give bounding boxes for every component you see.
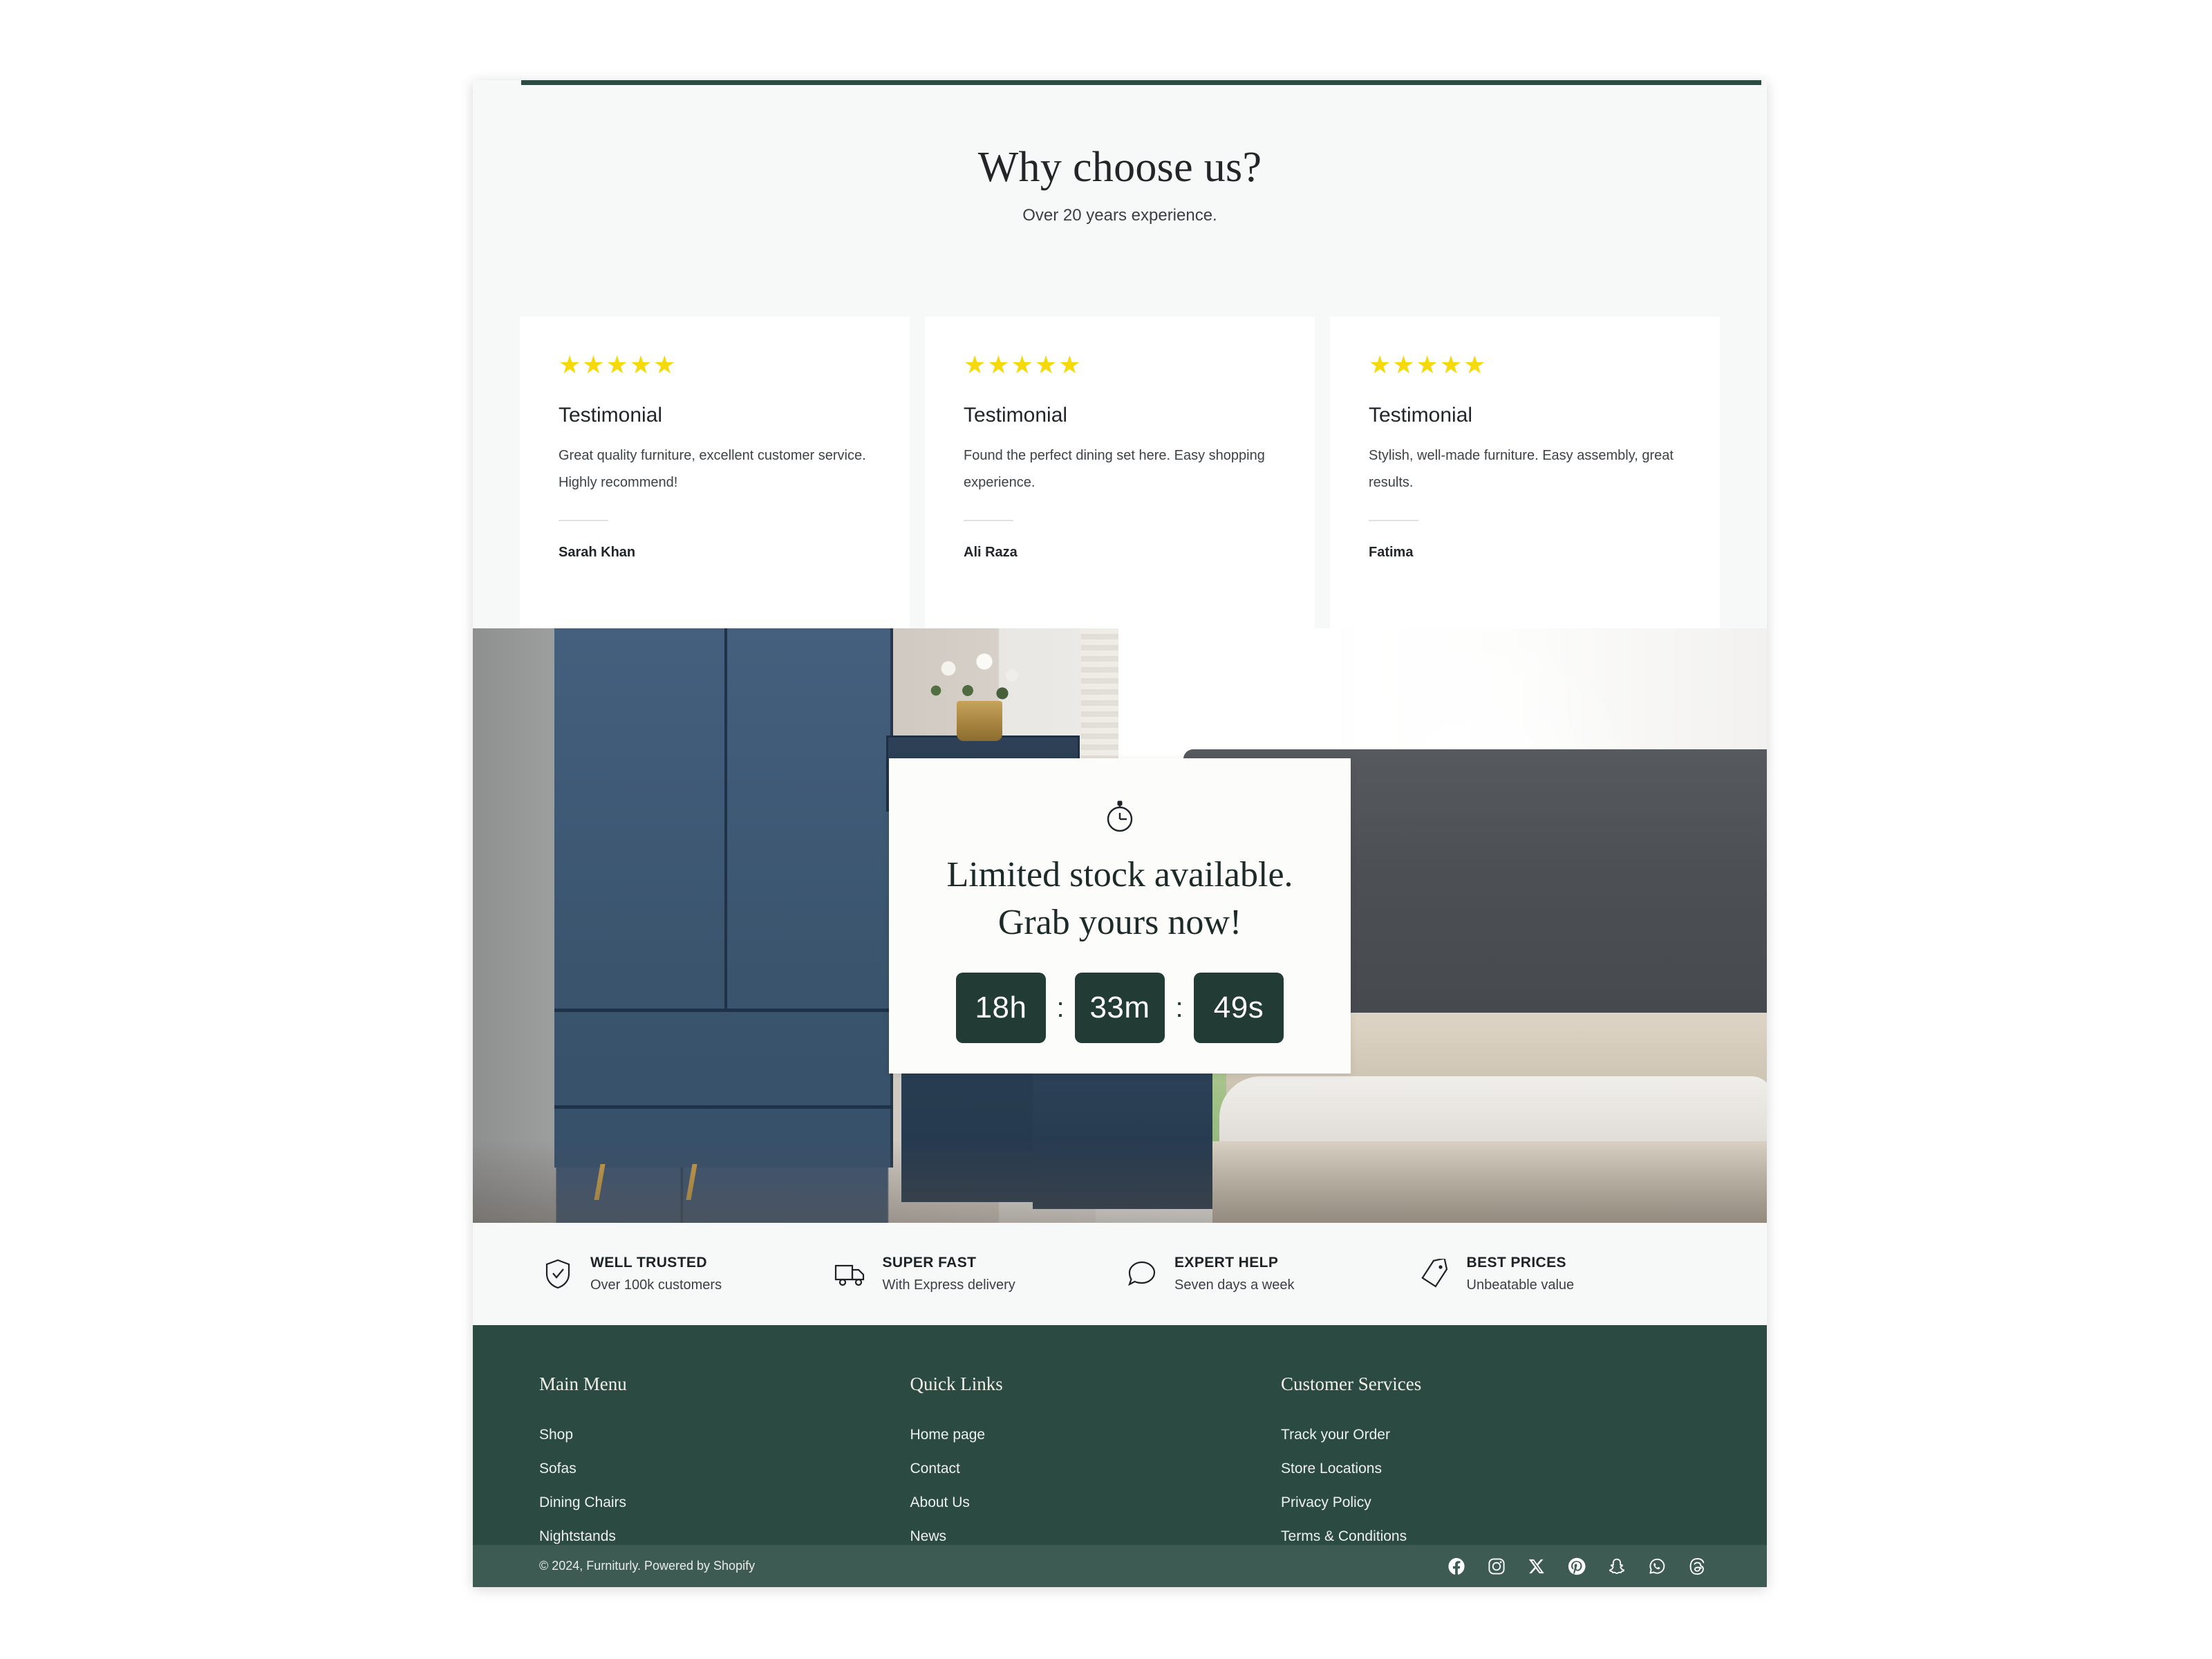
footer-column-title: Quick Links bbox=[910, 1374, 1003, 1394]
divider bbox=[559, 520, 608, 521]
countdown-headline-line1: Limited stock available. bbox=[946, 855, 1293, 894]
site-footer: Main Menu Shop Sofas Dining Chairs Night… bbox=[473, 1325, 1767, 1545]
footer-link-home-page[interactable]: Home page bbox=[910, 1427, 1282, 1443]
testimonial-body: Stylish, well-made furniture. Easy assem… bbox=[1369, 448, 1674, 490]
footer-column-customer-services: Customer Services Track your Order Store… bbox=[1281, 1374, 1707, 1545]
stopwatch-icon bbox=[889, 796, 1351, 836]
social-links bbox=[1446, 1556, 1707, 1577]
testimonial-heading: Testimonial bbox=[559, 404, 663, 427]
why-choose-us-section: Why choose us? Over 20 years experience. bbox=[473, 85, 1767, 317]
footer-bottom-bar: © 2024, Furniturly. Powered by Shopify bbox=[473, 1545, 1767, 1587]
trust-badges-row: WELL TRUSTED Over 100k customers SUPER F… bbox=[473, 1223, 1767, 1325]
whatsapp-icon[interactable] bbox=[1647, 1556, 1667, 1577]
badge-title: SUPER FAST bbox=[882, 1255, 977, 1271]
copyright-text: © 2024, Furniturly. Powered by Shopify bbox=[539, 1559, 756, 1573]
badge-title: WELL TRUSTED bbox=[590, 1255, 707, 1271]
facebook-icon[interactable] bbox=[1446, 1556, 1467, 1577]
testimonial-card: ★★★★★ Testimonial Stylish, well-made fur… bbox=[1330, 317, 1720, 629]
page-subtitle: Over 20 years experience. bbox=[1022, 206, 1217, 225]
shield-check-icon bbox=[539, 1255, 577, 1293]
countdown-separator: : bbox=[1056, 992, 1065, 1023]
instagram-icon[interactable] bbox=[1486, 1556, 1507, 1577]
flowers-graphic bbox=[921, 648, 1045, 707]
chat-bubble-icon bbox=[1123, 1255, 1161, 1293]
wardrobe-graphic bbox=[554, 628, 893, 1168]
testimonials-row: ★★★★★ Testimonial Great quality furnitur… bbox=[473, 317, 1767, 629]
badge-expert-help: EXPERT HELP Seven days a week bbox=[1123, 1255, 1416, 1293]
testimonial-heading: Testimonial bbox=[1369, 404, 1473, 427]
footer-column-quick-links: Quick Links Home page Contact About Us N… bbox=[910, 1374, 1282, 1545]
testimonial-author: Fatima bbox=[1369, 545, 1414, 560]
footer-column-title: Main Menu bbox=[539, 1374, 627, 1394]
page-title: Why choose us? bbox=[977, 144, 1262, 191]
divider bbox=[1369, 520, 1418, 521]
star-rating-icon: ★★★★★ bbox=[559, 350, 677, 379]
badge-title: BEST PRICES bbox=[1466, 1255, 1566, 1271]
testimonial-author: Sarah Khan bbox=[559, 545, 636, 560]
countdown-minutes: 33m bbox=[1075, 973, 1165, 1044]
testimonial-card: ★★★★★ Testimonial Found the perfect dini… bbox=[925, 317, 1315, 629]
badge-subtitle: Unbeatable value bbox=[1466, 1277, 1575, 1293]
x-twitter-icon[interactable] bbox=[1526, 1556, 1547, 1577]
testimonial-body: Great quality furniture, excellent custo… bbox=[559, 448, 866, 490]
countdown-separator: : bbox=[1175, 992, 1183, 1023]
testimonial-author: Ali Raza bbox=[964, 545, 1018, 560]
countdown-timer: 18h : 33m : 49s bbox=[889, 973, 1351, 1044]
badge-subtitle: Seven days a week bbox=[1174, 1277, 1295, 1293]
footer-link-shop[interactable]: Shop bbox=[539, 1427, 910, 1443]
footer-link-dining-chairs[interactable]: Dining Chairs bbox=[539, 1494, 910, 1511]
wardrobe-drawer-graphic bbox=[554, 1105, 893, 1109]
footer-link-store-locations[interactable]: Store Locations bbox=[1281, 1461, 1707, 1477]
star-rating-icon: ★★★★★ bbox=[964, 350, 1082, 379]
truck-icon bbox=[832, 1255, 869, 1293]
footer-column-main-menu: Main Menu Shop Sofas Dining Chairs Night… bbox=[539, 1374, 910, 1545]
page-frame: Why choose us? Over 20 years experience.… bbox=[473, 80, 1767, 1587]
footer-link-terms-conditions[interactable]: Terms & Conditions bbox=[1281, 1528, 1707, 1545]
countdown-hours: 18h bbox=[956, 973, 1046, 1044]
footer-link-contact[interactable]: Contact bbox=[910, 1461, 1282, 1477]
badge-title: EXPERT HELP bbox=[1174, 1255, 1279, 1271]
star-rating-icon: ★★★★★ bbox=[1369, 350, 1488, 379]
footer-column-title: Customer Services bbox=[1281, 1374, 1422, 1394]
footer-link-track-your-order[interactable]: Track your Order bbox=[1281, 1427, 1707, 1443]
divider bbox=[964, 520, 1013, 521]
footer-link-sofas[interactable]: Sofas bbox=[539, 1461, 910, 1477]
top-accent-strip bbox=[521, 80, 1761, 85]
hero-banner-section: Limited stock available. Grab yours now!… bbox=[473, 628, 1767, 1223]
footer-link-nightstands[interactable]: Nightstands bbox=[539, 1528, 910, 1545]
footer-link-privacy-policy[interactable]: Privacy Policy bbox=[1281, 1494, 1707, 1511]
pinterest-icon[interactable] bbox=[1566, 1556, 1587, 1577]
badge-subtitle: With Express delivery bbox=[882, 1277, 1015, 1293]
badge-well-trusted: WELL TRUSTED Over 100k customers bbox=[539, 1255, 832, 1293]
testimonial-body: Found the perfect dining set here. Easy … bbox=[964, 448, 1265, 490]
badge-best-prices: BEST PRICES Unbeatable value bbox=[1416, 1255, 1708, 1293]
threads-icon[interactable] bbox=[1687, 1556, 1707, 1577]
floor-shadow-graphic bbox=[473, 1140, 1767, 1223]
countdown-headline-line2: Grab yours now! bbox=[997, 903, 1242, 943]
testimonial-heading: Testimonial bbox=[964, 404, 1068, 427]
countdown-seconds: 49s bbox=[1194, 973, 1284, 1044]
footer-link-about-us[interactable]: About Us bbox=[910, 1494, 1282, 1511]
footer-link-news[interactable]: News bbox=[910, 1528, 1282, 1545]
badge-subtitle: Over 100k customers bbox=[590, 1277, 722, 1293]
price-tag-icon bbox=[1416, 1255, 1453, 1293]
countdown-card: Limited stock available. Grab yours now!… bbox=[889, 758, 1351, 1074]
testimonial-card: ★★★★★ Testimonial Great quality furnitur… bbox=[520, 317, 910, 629]
snapchat-icon[interactable] bbox=[1606, 1556, 1627, 1577]
badge-super-fast: SUPER FAST With Express delivery bbox=[832, 1255, 1124, 1293]
